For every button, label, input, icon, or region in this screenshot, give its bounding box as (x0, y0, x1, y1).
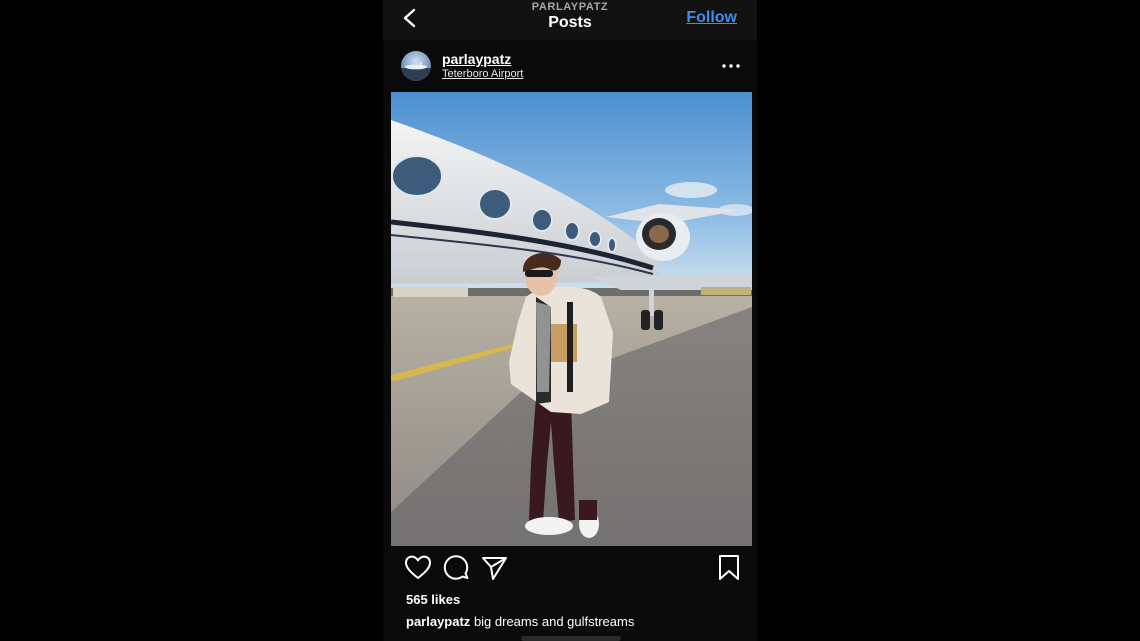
like-button[interactable] (403, 552, 433, 584)
heart-icon (405, 555, 431, 579)
likes-count[interactable]: 565 likes (406, 592, 460, 607)
bookmark-icon (719, 555, 739, 580)
caption-username[interactable]: parlaypatz (406, 614, 470, 629)
more-options-button[interactable] (719, 54, 743, 78)
post-location[interactable]: Teterboro Airport (442, 68, 523, 80)
post-photo[interactable] (391, 92, 752, 546)
save-button[interactable] (714, 552, 744, 584)
avatar-image (401, 62, 431, 81)
top-nav-bar: PARLAYPATZ Posts Follow (383, 0, 757, 40)
paper-plane-icon (482, 557, 507, 580)
follow-button[interactable]: Follow (686, 9, 737, 27)
caption-text: big dreams and gulfstreams (473, 614, 635, 629)
comment-button[interactable] (441, 552, 471, 584)
post-actions-bar (383, 552, 757, 588)
instagram-app: PARLAYPATZ Posts Follow parlaypatz Teter… (383, 0, 757, 641)
home-indicator (521, 636, 621, 641)
comment-bubble-icon (443, 555, 469, 580)
post-header: parlaypatz Teterboro Airport (383, 40, 757, 92)
ellipsis-icon (722, 64, 740, 68)
post-caption: parlaypatz big dreams and gulfstreams (406, 614, 634, 629)
share-button[interactable] (479, 552, 509, 584)
post-username[interactable]: parlaypatz (442, 51, 511, 67)
avatar[interactable] (401, 51, 431, 81)
